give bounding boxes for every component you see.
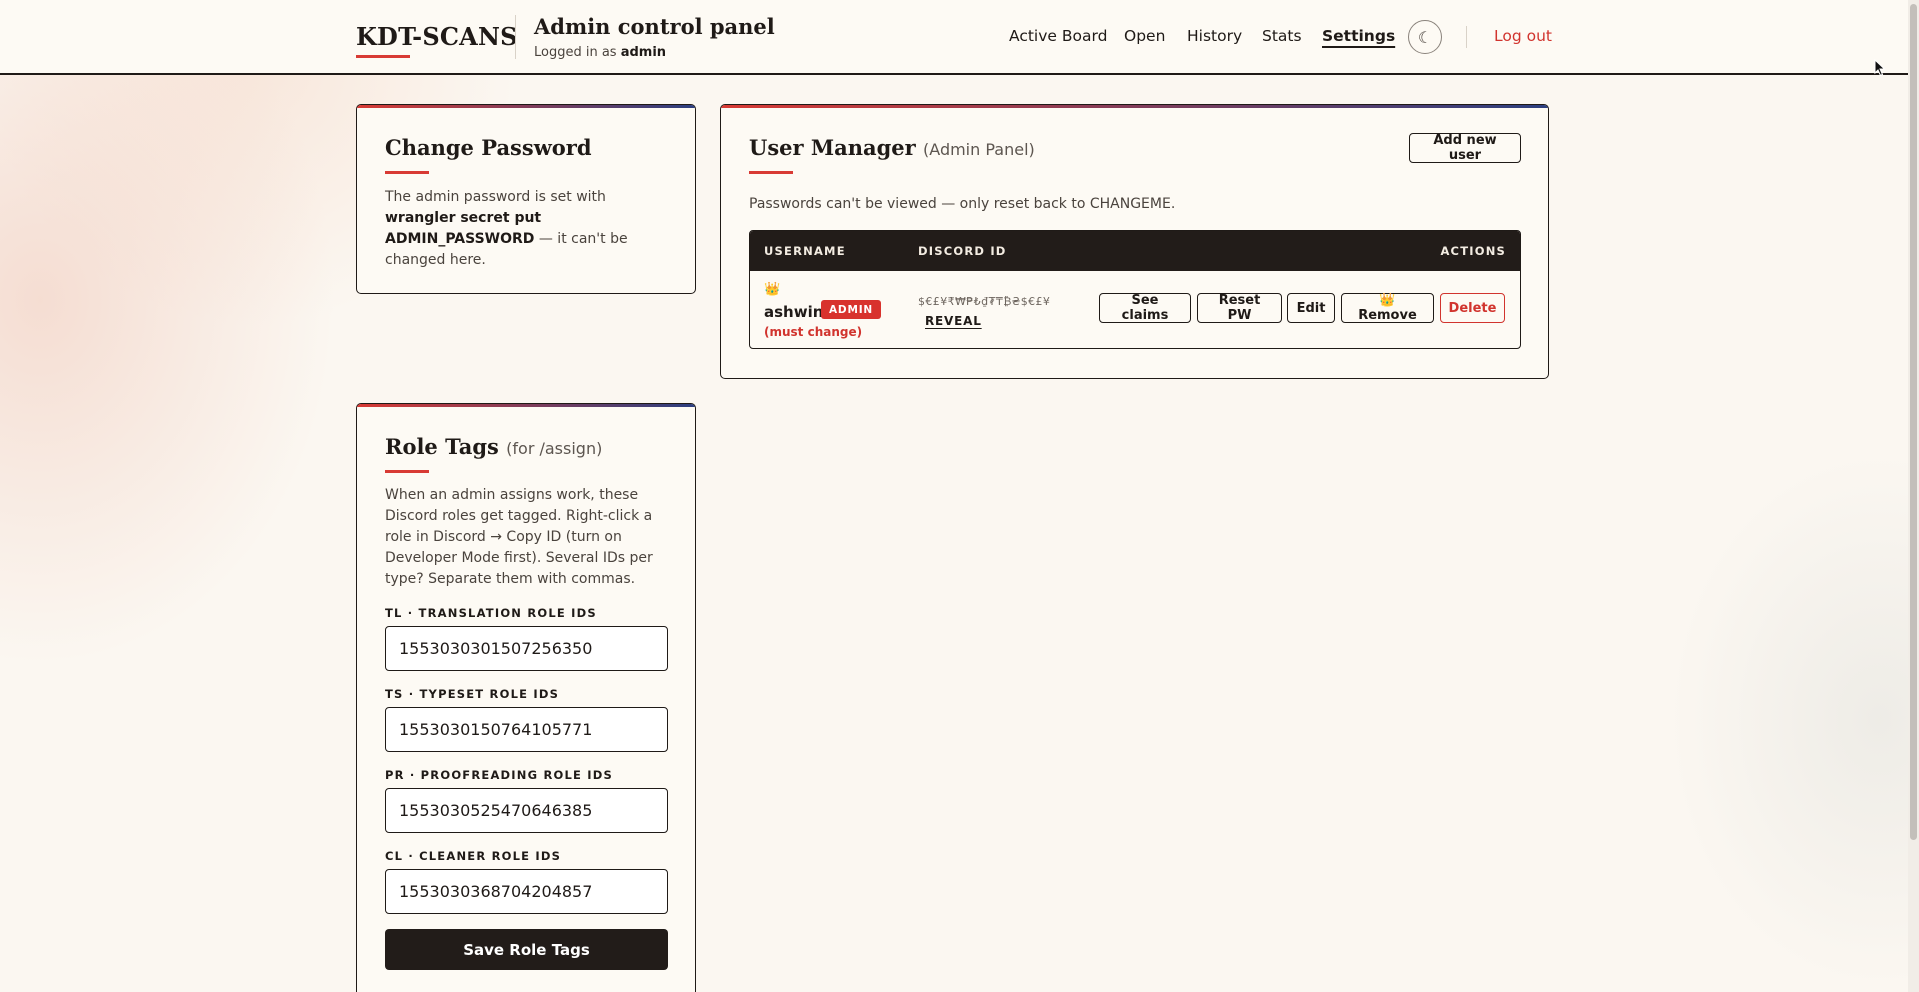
brand-logo[interactable]: KDT-SCANS — [356, 22, 518, 51]
page-scrollbar[interactable] — [1908, 0, 1919, 992]
page-title: Admin control panel — [534, 14, 775, 39]
role-tags-card: Role Tags (for /assign) When an admin as… — [356, 403, 696, 992]
change-password-text: The admin password is set with wrangler … — [385, 187, 675, 271]
column-actions: ACTIONS — [1440, 244, 1506, 258]
nav-stats[interactable]: Stats — [1262, 27, 1302, 45]
must-change-status: (must change) — [764, 325, 863, 339]
nav-history[interactable]: History — [1187, 27, 1242, 45]
nav-open[interactable]: Open — [1124, 27, 1165, 45]
reveal-discord-id-button[interactable]: REVEAL — [925, 314, 982, 328]
delete-user-button[interactable]: Delete — [1440, 293, 1505, 323]
theme-toggle-button[interactable]: ☾ — [1408, 20, 1442, 54]
mouse-cursor-icon — [1874, 59, 1886, 77]
role-tags-title: Role Tags (for /assign) — [385, 434, 602, 459]
change-password-text-part-1: The admin password is set with — [385, 189, 606, 205]
user-manager-title-text: User Manager — [749, 135, 916, 160]
nav-separator — [1466, 26, 1467, 48]
cleaner-role-input[interactable] — [385, 869, 668, 914]
column-discord-id: DISCORD ID — [918, 244, 1007, 258]
header-divider — [515, 15, 516, 59]
translation-role-label: TL · TRANSLATION ROLE IDS — [385, 606, 597, 620]
typeset-role-label: TS · TYPESET ROLE IDS — [385, 687, 560, 701]
user-manager-subtitle: (Admin Panel) — [923, 140, 1035, 159]
see-claims-button[interactable]: See claims — [1099, 293, 1191, 323]
add-new-user-button[interactable]: Add new user — [1409, 133, 1521, 163]
remove-admin-button[interactable]: 👑 Remove — [1341, 293, 1434, 323]
nav-settings[interactable]: Settings — [1322, 27, 1395, 45]
admin-badge: ADMIN — [821, 300, 881, 319]
top-header: KDT-SCANS Admin control panel Logged in … — [0, 0, 1908, 75]
row-username: ashwin — [764, 303, 824, 321]
reset-password-button[interactable]: Reset PW — [1197, 293, 1282, 323]
change-password-title: Change Password — [385, 135, 592, 160]
column-username: USERNAME — [764, 244, 846, 258]
save-role-tags-button[interactable]: Save Role Tags — [385, 929, 668, 970]
nav-active-board[interactable]: Active Board — [1009, 27, 1107, 45]
cleaner-role-label: CL · CLEANER ROLE IDS — [385, 849, 562, 863]
change-password-card: Change Password The admin password is se… — [356, 104, 696, 294]
role-tags-subtitle: (for /assign) — [506, 439, 603, 458]
translation-role-input[interactable] — [385, 626, 668, 671]
logout-link[interactable]: Log out — [1494, 27, 1552, 45]
typeset-role-input[interactable] — [385, 707, 668, 752]
logged-in-username: admin — [620, 45, 667, 60]
role-tags-description: When an admin assigns work, these Discor… — [385, 487, 653, 587]
logged-in-prefix: Logged in as — [534, 45, 617, 60]
title-accent-bar — [385, 171, 429, 174]
discord-id-masked: $€£¥₹₩₱₺₫₮₸₿₴$€£¥ — [918, 295, 1051, 308]
users-table-header: USERNAME DISCORD ID ACTIONS — [750, 231, 1520, 271]
user-manager-title: User Manager (Admin Panel) — [749, 135, 1035, 160]
proofreading-role-label: PR · PROOFREADING ROLE IDS — [385, 768, 613, 782]
brand-underline — [356, 55, 410, 58]
proofreading-role-input[interactable] — [385, 788, 668, 833]
title-accent-bar — [749, 171, 793, 174]
user-manager-card: User Manager (Admin Panel) Add new user … — [720, 104, 1549, 379]
moon-icon: ☾ — [1417, 27, 1433, 47]
logged-in-status: Logged in as admin — [534, 45, 666, 60]
user-manager-note: Passwords can't be viewed — only reset b… — [749, 196, 1176, 212]
change-password-command: wrangler secret put ADMIN_PASSWORD — [385, 210, 542, 247]
crown-icon: 👑 — [764, 282, 781, 297]
users-table: USERNAME DISCORD ID ACTIONS 👑 ashwin ADM… — [749, 230, 1521, 349]
title-accent-bar — [385, 470, 429, 473]
scrollbar-thumb[interactable] — [1910, 4, 1917, 840]
role-tags-title-text: Role Tags — [385, 434, 499, 459]
edit-user-button[interactable]: Edit — [1287, 293, 1335, 323]
